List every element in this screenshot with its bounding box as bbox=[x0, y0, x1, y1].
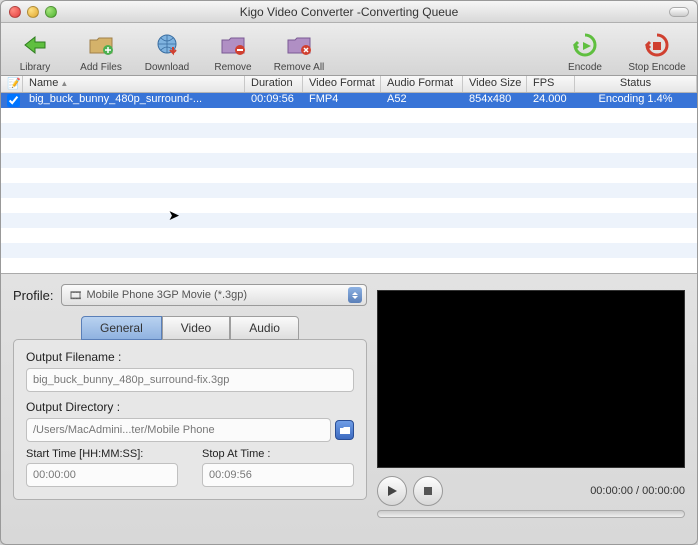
stop-button[interactable] bbox=[413, 476, 443, 506]
column-header-video-format[interactable]: Video Format bbox=[303, 76, 381, 92]
stop-icon bbox=[423, 486, 433, 496]
profile-selected-value: Mobile Phone 3GP Movie (*.3gp) bbox=[86, 289, 247, 301]
window-title: Kigo Video Converter -Converting Queue bbox=[1, 5, 697, 19]
tab-video[interactable]: Video bbox=[162, 316, 230, 340]
column-header-status[interactable]: Status bbox=[575, 76, 697, 92]
add-files-label: Add Files bbox=[80, 62, 122, 73]
table-row-empty bbox=[1, 138, 697, 153]
preview-pane: 00:00:00 / 00:00:00 bbox=[377, 284, 685, 518]
globe-download-icon bbox=[152, 30, 182, 60]
browse-directory-button[interactable] bbox=[335, 420, 354, 440]
remove-button[interactable]: Remove bbox=[205, 30, 261, 73]
column-header-audio-format[interactable]: Audio Format bbox=[381, 76, 463, 92]
output-directory-label: Output Directory : bbox=[26, 400, 354, 414]
start-time-label: Start Time [HH:MM:SS]: bbox=[26, 448, 178, 460]
tab-audio[interactable]: Audio bbox=[230, 316, 299, 340]
cell-fps: 24.000 bbox=[527, 93, 575, 108]
table-row-empty bbox=[1, 183, 697, 198]
table-row[interactable]: big_buck_bunny_480p_surround-... 00:09:5… bbox=[1, 93, 697, 108]
cell-video-format: FMP4 bbox=[303, 93, 381, 108]
settings-pane: Profile: 🎞 Mobile Phone 3GP Movie (*.3gp… bbox=[13, 284, 367, 518]
folder-remove-all-icon bbox=[284, 30, 314, 60]
stop-encode-button[interactable]: Stop Encode bbox=[623, 30, 691, 73]
toolbar-toggle-button[interactable] bbox=[669, 7, 689, 17]
column-header-fps[interactable]: FPS bbox=[527, 76, 575, 92]
output-directory-field[interactable] bbox=[26, 418, 331, 442]
movie-icon: 🎞 bbox=[68, 289, 82, 302]
library-button[interactable]: Library bbox=[7, 30, 63, 73]
cell-audio-format: A52 bbox=[381, 93, 463, 108]
table-row-empty bbox=[1, 108, 697, 123]
remove-all-label: Remove All bbox=[274, 62, 325, 73]
table-body: big_buck_bunny_480p_surround-... 00:09:5… bbox=[1, 93, 697, 273]
row-checkbox-cell[interactable] bbox=[1, 93, 23, 108]
table-row-empty bbox=[1, 168, 697, 183]
toolbar: Library Add Files Download Remove bbox=[1, 23, 697, 76]
titlebar: Kigo Video Converter -Converting Queue bbox=[1, 1, 697, 23]
add-files-button[interactable]: Add Files bbox=[73, 30, 129, 73]
table-header: 📝 Name▲ Duration Video Format Audio Form… bbox=[1, 76, 697, 93]
table-row-empty bbox=[1, 153, 697, 168]
stop-time-field[interactable] bbox=[202, 463, 354, 487]
stop-encode-label: Stop Encode bbox=[628, 62, 685, 73]
settings-tabs: General Video Audio bbox=[13, 316, 367, 340]
row-checkbox[interactable] bbox=[7, 94, 20, 107]
encode-button[interactable]: Encode bbox=[557, 30, 613, 73]
select-arrows-icon bbox=[348, 287, 362, 303]
cell-name: big_buck_bunny_480p_surround-... bbox=[23, 93, 245, 108]
seek-slider[interactable] bbox=[377, 510, 685, 518]
cell-video-size: 854x480 bbox=[463, 93, 527, 108]
stop-time-label: Stop At Time : bbox=[202, 448, 354, 460]
download-label: Download bbox=[145, 62, 189, 73]
output-filename-label: Output Filename : bbox=[26, 350, 354, 364]
table-row-empty bbox=[1, 228, 697, 243]
download-button[interactable]: Download bbox=[139, 30, 195, 73]
folder-icon bbox=[339, 424, 351, 436]
column-header-name[interactable]: Name▲ bbox=[23, 76, 245, 92]
table-row-empty bbox=[1, 258, 697, 273]
table-row-empty bbox=[1, 213, 697, 228]
queue-table: 📝 Name▲ Duration Video Format Audio Form… bbox=[1, 76, 697, 274]
stop-encode-icon bbox=[642, 30, 672, 60]
tab-general[interactable]: General bbox=[81, 316, 162, 340]
playback-time-display: 00:00:00 / 00:00:00 bbox=[590, 485, 685, 497]
folder-plus-icon bbox=[86, 30, 116, 60]
back-arrow-icon bbox=[20, 30, 50, 60]
encode-label: Encode bbox=[568, 62, 602, 73]
table-row-empty bbox=[1, 123, 697, 138]
profile-label: Profile: bbox=[13, 288, 53, 303]
general-panel: Output Filename : Output Directory : Sta… bbox=[13, 339, 367, 500]
output-filename-field[interactable] bbox=[26, 368, 354, 392]
column-header-video-size[interactable]: Video Size bbox=[463, 76, 527, 92]
library-label: Library bbox=[20, 62, 51, 73]
profile-select[interactable]: 🎞 Mobile Phone 3GP Movie (*.3gp) bbox=[61, 284, 367, 306]
play-icon bbox=[386, 485, 398, 497]
remove-label: Remove bbox=[214, 62, 251, 73]
play-button[interactable] bbox=[377, 476, 407, 506]
folder-remove-icon bbox=[218, 30, 248, 60]
table-row-empty bbox=[1, 198, 697, 213]
cell-duration: 00:09:56 bbox=[245, 93, 303, 108]
start-time-field[interactable] bbox=[26, 463, 178, 487]
video-preview[interactable] bbox=[377, 290, 685, 468]
cell-status: Encoding 1.4% bbox=[575, 93, 697, 108]
remove-all-button[interactable]: Remove All bbox=[271, 30, 327, 73]
table-row-empty bbox=[1, 243, 697, 258]
checkbox-column-header[interactable]: 📝 bbox=[1, 76, 23, 92]
encode-icon bbox=[570, 30, 600, 60]
column-header-duration[interactable]: Duration bbox=[245, 76, 303, 92]
